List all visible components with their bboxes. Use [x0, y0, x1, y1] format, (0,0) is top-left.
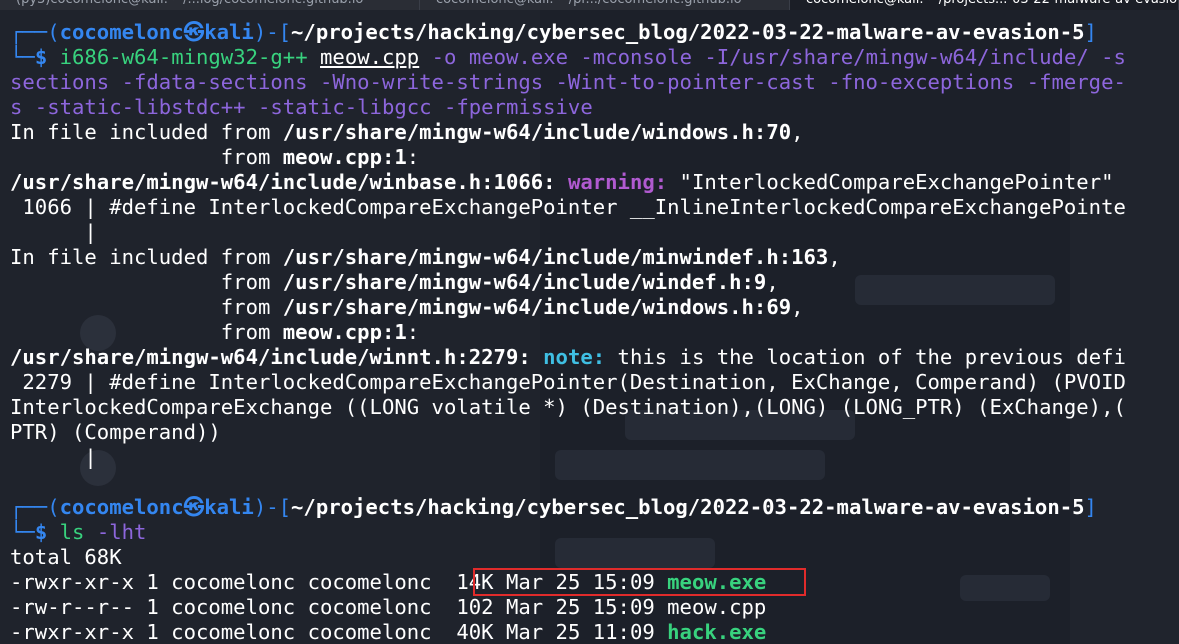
code-line: PTR) (Comperand)): [10, 420, 221, 444]
ghost-message-bubble: [555, 538, 715, 568]
output-line: from /usr/share/mingw-w64/include/windef…: [10, 270, 779, 294]
listing-row: -rw-r--r-- 1 cocomelonc cocomelonc 102 M…: [10, 595, 767, 619]
ghost-sidebar: [1070, 10, 1179, 644]
terminal-tab-bar: (py3)cocomelonc@kali: ~/...log/cocomelon…: [0, 0, 1179, 10]
code-pipe: |: [10, 445, 97, 469]
highlight-box: [473, 568, 806, 596]
tab-1[interactable]: (py3)cocomelonc@kali: ~/...log/cocomelon…: [0, 0, 420, 10]
command-line: └─$ ls -lht: [10, 520, 147, 544]
listing-row: -rwxr-xr-x 1 cocomelonc cocomelonc 40K M…: [10, 620, 767, 644]
tab-3-active[interactable]: cocomelonc@kali: ~/projects...-03-22-mal…: [790, 0, 1179, 10]
ghost-message-bubble: [960, 575, 1050, 601]
ghost-message-bubble: [855, 275, 1055, 305]
code-pipe: |: [10, 220, 97, 244]
output-line: from meow.cpp:1:: [10, 320, 420, 344]
ghost-message-bubble: [555, 450, 825, 480]
code-line: InterlockedCompareExchange ((LONG volati…: [10, 395, 1126, 419]
note-line: /usr/share/mingw-w64/include/winnt.h:227…: [10, 345, 1126, 369]
prompt-line: ┌──(cocomelonc㉿kali)-[~/projects/hacking…: [10, 495, 1097, 519]
code-line: 1066 | #define InterlockedCompareExchang…: [10, 195, 1126, 219]
listing-total: total 68K: [10, 545, 122, 569]
command-wrap: sections -fdata-sections -Wno-write-stri…: [10, 70, 1126, 94]
output-line: from /usr/share/mingw-w64/include/window…: [10, 295, 804, 319]
warning-line: /usr/share/mingw-w64/include/winbase.h:1…: [10, 170, 1114, 194]
command-line: └─$ i686-w64-mingw32-g++ meow.cpp -o meo…: [10, 45, 1126, 69]
output-line: In file included from /usr/share/mingw-w…: [10, 120, 804, 144]
code-line: 2279 | #define InterlockedCompareExchang…: [10, 370, 1126, 394]
output-line: from meow.cpp:1:: [10, 145, 420, 169]
output-line: In file included from /usr/share/mingw-w…: [10, 245, 841, 269]
tab-2[interactable]: cocomelonc@kali: ~/pr.../cocomelonc.gith…: [420, 0, 790, 10]
command-wrap: s -static-libstdc++ -static-libgcc -fper…: [10, 95, 593, 119]
prompt-line: ┌──(cocomelonc㉿kali)-[~/projects/hacking…: [10, 20, 1097, 44]
ghost-chat-view: [540, 10, 1070, 644]
